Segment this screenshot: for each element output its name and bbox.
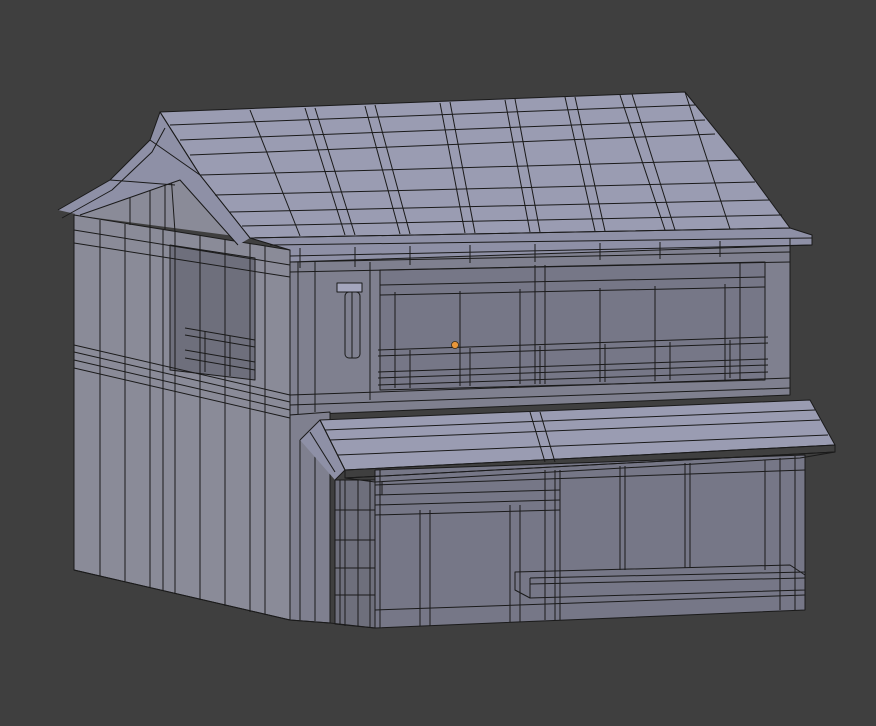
front-wall-upper	[289, 239, 791, 416]
building-mesh[interactable]	[0, 0, 876, 726]
3d-viewport[interactable]	[0, 0, 876, 726]
origin-point[interactable]	[451, 341, 459, 349]
